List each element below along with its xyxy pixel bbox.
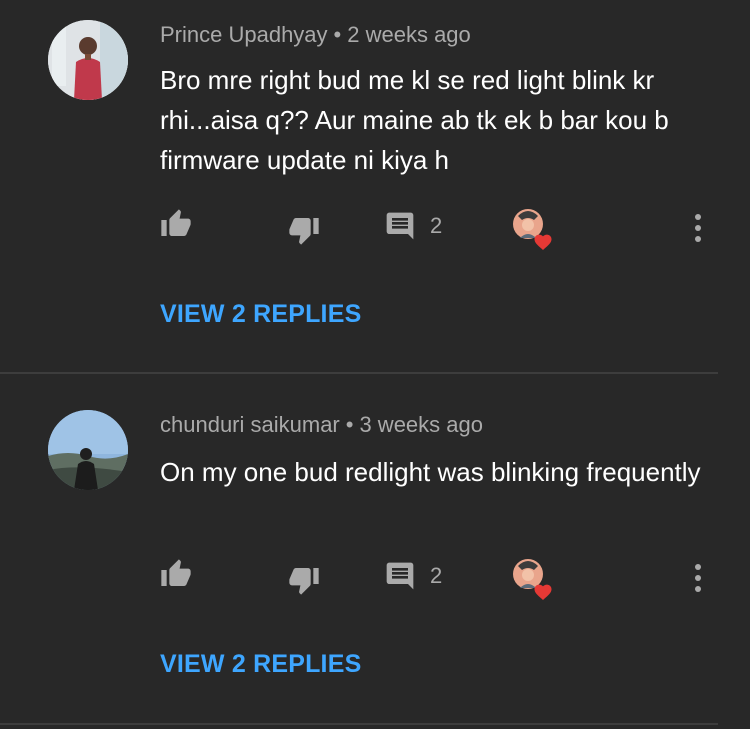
creator-heart-icon — [513, 559, 552, 600]
avatar[interactable] — [48, 20, 128, 100]
creator-heart — [512, 208, 552, 250]
avatar[interactable] — [48, 410, 128, 490]
like-icon — [161, 209, 191, 236]
dislike-icon — [289, 568, 319, 595]
view-replies-button[interactable]: VIEW 2 REPLIES — [160, 650, 361, 679]
dislike-button[interactable] — [288, 214, 320, 246]
comment-meta: Prince Upadhyay • 2 weeks ago — [160, 22, 471, 48]
creator-heart-icon — [513, 209, 552, 250]
reply-icon — [386, 562, 414, 590]
reply-button[interactable]: 2 — [384, 560, 442, 592]
comment-time: 3 weeks ago — [359, 412, 483, 437]
comment-meta: chunduri saikumar • 3 weeks ago — [160, 412, 483, 438]
comment-text: Bro mre right bud me kl se red light bli… — [160, 65, 669, 175]
comment-actions: 2 — [0, 208, 750, 250]
reply-button[interactable]: 2 — [384, 210, 442, 242]
avatar-image — [48, 410, 128, 490]
more-vert-icon — [695, 214, 701, 242]
comment-text: On my one bud redlight was blinking freq… — [160, 457, 701, 487]
dislike-icon — [289, 218, 319, 245]
like-button[interactable] — [160, 208, 192, 240]
reply-icon — [386, 212, 414, 240]
comment-time: 2 weeks ago — [347, 22, 471, 47]
reply-count: 2 — [430, 563, 443, 588]
avatar-image — [48, 20, 128, 100]
comment-divider — [0, 372, 718, 374]
dislike-button[interactable] — [288, 564, 320, 596]
author-name[interactable]: Prince Upadhyay — [160, 22, 328, 47]
creator-heart — [512, 558, 552, 600]
like-button[interactable] — [160, 558, 192, 590]
meta-separator: • — [333, 22, 342, 47]
view-replies-button[interactable]: VIEW 2 REPLIES — [160, 300, 361, 329]
comment-divider — [0, 723, 718, 725]
author-name[interactable]: chunduri saikumar — [160, 412, 340, 437]
more-options-button[interactable] — [693, 562, 703, 596]
like-icon — [161, 559, 191, 586]
more-vert-icon — [695, 564, 701, 592]
meta-separator: • — [345, 412, 354, 437]
more-options-button[interactable] — [693, 212, 703, 246]
reply-count: 2 — [430, 213, 443, 238]
comment-actions: 2 — [0, 558, 750, 600]
